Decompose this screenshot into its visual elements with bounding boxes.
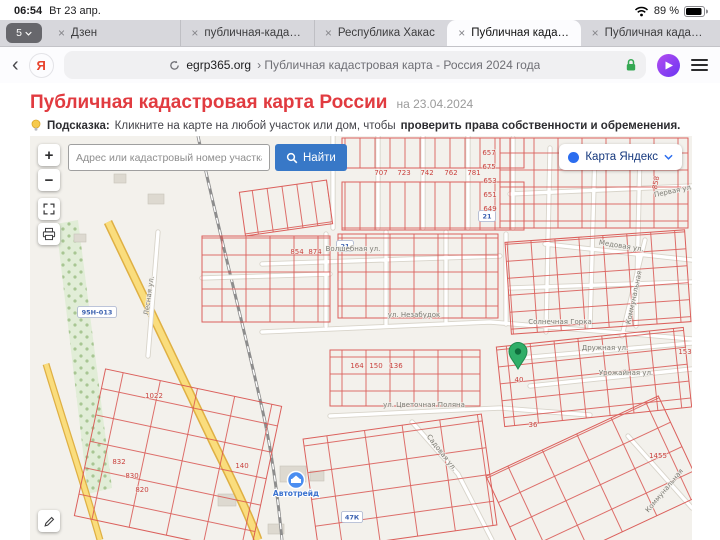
search-icon	[286, 152, 298, 163]
expand-icon	[43, 203, 55, 215]
page-title: Публичная кадастровая карта России	[30, 92, 388, 113]
layer-icon	[568, 151, 580, 163]
street-label: Урожайная ул.	[599, 369, 653, 377]
tab-close-icon[interactable]: ×	[592, 26, 599, 40]
tab-close-icon[interactable]: ×	[458, 26, 465, 40]
parcel-number: 675	[482, 163, 495, 171]
search-input[interactable]	[68, 144, 270, 171]
svg-text:95Н-013: 95Н-013	[82, 309, 113, 317]
edit-button[interactable]	[38, 510, 60, 532]
tab-close-icon[interactable]: ×	[325, 26, 332, 40]
tip-banner: Подсказка: Кликните на карте на любой уч…	[0, 114, 720, 136]
chevron-down-icon	[664, 154, 673, 160]
parcel-number: 153	[678, 348, 691, 356]
poi-label: Автотрейд	[273, 489, 319, 498]
fullscreen-button[interactable]	[38, 198, 60, 220]
tab-overview-button[interactable]: 5	[6, 23, 42, 43]
url-host: egrp365.org	[186, 58, 252, 72]
parcel-number: 723	[397, 169, 410, 177]
back-button[interactable]: ‹	[12, 55, 19, 75]
parcel-number: 742	[420, 169, 433, 177]
parcel-number: 854	[290, 248, 304, 256]
tab-close-icon[interactable]: ×	[191, 26, 198, 40]
parcel-number: 136	[389, 362, 403, 370]
map-search-bar: Найти	[68, 144, 347, 171]
parcel-number: 36	[529, 421, 538, 429]
tip-label: Подсказка:	[47, 119, 110, 132]
tab-public-cadastral-map-2[interactable]: × Публичная кадастр	[581, 20, 714, 46]
parcel-number: 707	[374, 169, 387, 177]
parcel-number: 653	[483, 177, 496, 185]
url-title: › Публичная кадастровая карта - Россия 2…	[257, 58, 541, 72]
parcel-number: 820	[135, 486, 148, 494]
street-label: Дружная ул.	[582, 344, 629, 352]
poi-avtotreyd-icon[interactable]	[286, 470, 306, 490]
parcel-number: 781	[467, 169, 480, 177]
tab-bar: 5 × Дзен × публичная-кадастр × Республик…	[0, 20, 720, 47]
reload-icon[interactable]	[169, 60, 180, 71]
wifi-icon	[634, 6, 648, 16]
svg-text:47К: 47К	[345, 514, 360, 522]
map-canvas[interactable]: 95Н-013212147К 707 723 742 762 7816576756536…	[30, 136, 692, 540]
clock: 06:54	[14, 5, 43, 17]
printer-icon	[42, 227, 56, 241]
map-container[interactable]: 95Н-013 21 21 47К 707 723 742 762 781 657 675 653 6…	[30, 136, 692, 540]
layer-label: Карта Яндекс	[585, 151, 658, 163]
parcel-number: 150	[369, 362, 382, 370]
parcel-number: 832	[112, 458, 125, 466]
parcel-number: 657	[482, 149, 495, 157]
tab-close-icon[interactable]: ×	[58, 26, 65, 40]
print-button[interactable]	[38, 223, 60, 245]
layer-selector[interactable]: Карта Яндекс	[559, 144, 682, 170]
svg-text:21: 21	[482, 213, 492, 221]
tab-cadastre-search[interactable]: × публичная-кадастр	[180, 20, 313, 46]
pencil-icon	[43, 516, 54, 527]
parcel-number: 649	[483, 205, 496, 213]
parcel-number: 1022	[145, 392, 163, 400]
street-label: Волшебная ул.	[326, 245, 381, 253]
tip-text: Кликните на карте на любой участок или д…	[114, 119, 396, 132]
status-bar: 06:54 Вт 23 апр. 89 %	[0, 0, 720, 20]
lightbulb-icon	[31, 119, 41, 131]
tab-public-cadastral-map-active[interactable]: × Публичная кадастр	[447, 20, 581, 46]
menu-button[interactable]	[691, 58, 708, 72]
yandex-home-icon[interactable]: Я	[28, 52, 54, 78]
battery-percent: 89 %	[653, 5, 679, 17]
ssl-lock-icon	[625, 58, 637, 75]
street-label: ул. Цветочная Поляна	[383, 401, 465, 409]
parcel-number: 140	[235, 462, 248, 470]
zoom-out-button[interactable]: −	[38, 169, 60, 191]
street-label: ул. Незабудок	[388, 311, 440, 319]
page-title-date: на 23.04.2024	[396, 97, 474, 111]
zoom-in-button[interactable]: +	[38, 144, 60, 166]
chevron-down-icon	[25, 31, 32, 36]
parcel-number: 874	[308, 248, 322, 256]
address-bar: ‹ Я egrp365.org › Публичная кадастровая …	[0, 47, 720, 83]
parcel-number: 1455	[649, 452, 667, 460]
road-badge: 95Н-013	[77, 306, 117, 318]
tab-dzen[interactable]: × Дзен	[48, 20, 180, 46]
street-label: Солнечная Горка	[528, 318, 591, 326]
parcel-number: 651	[483, 191, 496, 199]
parcel-number: 164	[350, 362, 364, 370]
tab-khakassia[interactable]: × Республика Хакас	[313, 20, 447, 46]
battery-icon	[684, 5, 708, 17]
parcel-number: 762	[444, 169, 457, 177]
parcel-number: 830	[125, 472, 138, 480]
date: Вт 23 апр.	[49, 5, 101, 17]
alice-assistant-icon[interactable]	[656, 53, 681, 78]
tip-bold-text: проверить права собственности и обремене…	[400, 119, 681, 132]
road-badge: 47К	[340, 511, 363, 523]
url-field[interactable]: egrp365.org › Публичная кадастровая карт…	[63, 51, 646, 79]
search-button[interactable]: Найти	[275, 144, 347, 171]
parcel-number: 40	[515, 376, 524, 384]
